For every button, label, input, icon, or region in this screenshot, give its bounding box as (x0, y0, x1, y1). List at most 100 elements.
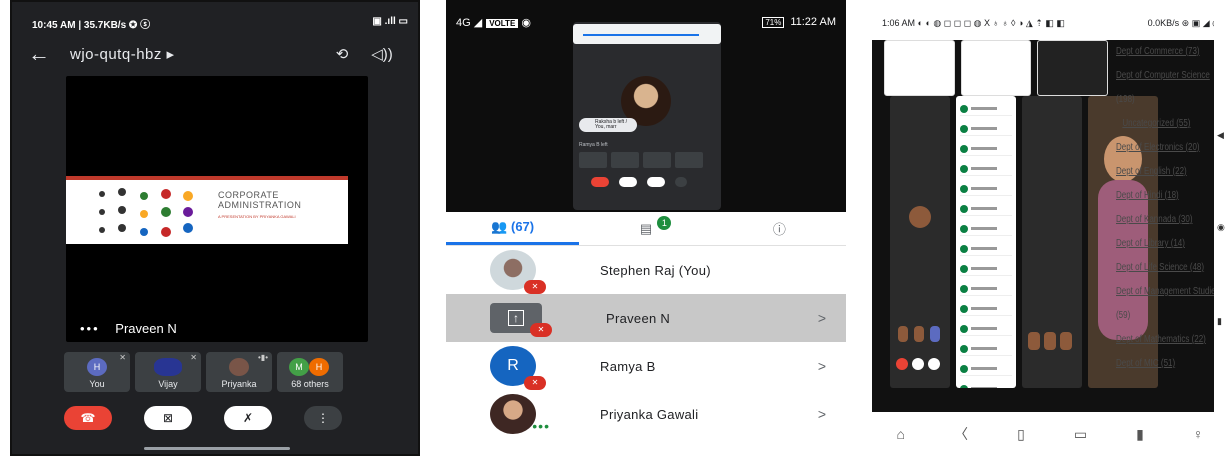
speaker-icon[interactable]: ◁)) (362, 45, 402, 63)
embedded-meet-screenshot (890, 96, 950, 388)
list-item (960, 362, 1012, 376)
tab-chat[interactable]: ▤ 1 (579, 212, 712, 245)
category-link[interactable]: Dept of Library (14) (1116, 232, 1196, 256)
screen-share-icon: ↑ (508, 310, 524, 326)
category-list: Dept of Commerce (73) Dept of Computer S… (1116, 40, 1220, 376)
home-indicator[interactable] (144, 447, 290, 450)
thumbnail[interactable] (960, 40, 1032, 96)
thumbnail[interactable] (884, 40, 955, 96)
category-link[interactable]: Dept of MIC (51) (1116, 352, 1196, 376)
avatar (960, 164, 968, 173)
mini-mic (647, 177, 665, 187)
list-item (960, 142, 1012, 156)
category-link[interactable]: Dept of English (22) (1116, 160, 1196, 184)
category-link[interactable]: Dept of Commerce (73) (1116, 40, 1200, 64)
switch-camera-icon[interactable]: ⟲ (322, 45, 362, 63)
more-dots-icon[interactable]: ••• (80, 321, 100, 336)
tab-people[interactable]: 👥 (67) (446, 212, 580, 245)
chevron-right-icon[interactable]: > (818, 310, 826, 326)
status-left: 4G ◢ VOLTE ◉ (456, 16, 531, 52)
radio-icon[interactable]: ◉ (1217, 222, 1225, 233)
name-line (971, 107, 997, 110)
category-count: (59) (1116, 310, 1131, 321)
name-line (971, 287, 997, 290)
list-item (960, 282, 1012, 296)
participant-tile-others[interactable]: M H 68 others (277, 352, 343, 392)
presentation-video: CORPORATE ADMINISTRATION A PRESENTATION … (66, 76, 368, 342)
name-line (971, 227, 997, 230)
category-link[interactable]: Uncategorized (55) (1116, 112, 1196, 136)
mini-tile (579, 152, 607, 168)
embedded-meet-screenshot (1022, 96, 1082, 388)
participant-tile-priyanka[interactable]: •▮• Priyanka (206, 352, 272, 392)
list-item (960, 202, 1012, 216)
participant-row[interactable]: ✕ Stephen Raj (You) (446, 246, 846, 294)
mic-off-button[interactable]: ✗ (224, 406, 272, 430)
category-link[interactable]: Dept of Electronics (20) (1116, 136, 1200, 160)
participant-tile-you[interactable]: ✕ H You (64, 352, 130, 392)
back-arrow-icon[interactable]: ← (28, 41, 70, 67)
presenter-name: Praveen N (115, 321, 177, 336)
chevron-right-icon[interactable]: > (818, 358, 826, 374)
battery-icon: 71% (762, 17, 785, 28)
volume-slider[interactable] (573, 24, 721, 44)
avatar (914, 326, 924, 342)
mini-tile (611, 152, 639, 168)
avatar-letter: R (507, 357, 519, 374)
avatar: H (309, 358, 329, 376)
participant-row[interactable]: ↑ ✕ Praveen N > (446, 294, 846, 342)
embedded-people-list (956, 96, 1016, 388)
mini-tile (643, 152, 671, 168)
participant-name: Stephen Raj (You) (600, 262, 711, 278)
category-link[interactable]: Dept of Kannada (30) (1116, 208, 1196, 232)
avatar (154, 358, 182, 376)
scroll-indicator[interactable]: ▮ (1217, 316, 1222, 327)
mini-tile (675, 152, 703, 168)
category-link[interactable]: Dept of Hindi (18) (1116, 184, 1196, 208)
bookmark-icon[interactable]: ▮ (1136, 426, 1144, 443)
book-icon[interactable]: ▯ (1017, 426, 1025, 443)
name-line (971, 247, 997, 250)
more-options-button[interactable]: ⋮ (304, 406, 342, 430)
end-call-button[interactable]: ☎ (64, 406, 112, 430)
category-link[interactable]: Dept of Mathematics (22) (1116, 328, 1206, 352)
participant-name: Praveen N (606, 310, 671, 326)
chat-badge: 1 (657, 216, 672, 230)
list-item (960, 302, 1012, 316)
category-link[interactable]: Dept of Computer Science (1116, 64, 1210, 88)
presentation-slide: CORPORATE ADMINISTRATION A PRESENTATION … (66, 176, 348, 244)
back-icon[interactable]: 〈 (954, 424, 968, 444)
participant-tile-vijay[interactable]: ✕ Vijay (135, 352, 201, 392)
category-link[interactable]: Dept of Life Science (48) (1116, 256, 1204, 280)
chevron-right-icon[interactable]: > (818, 406, 826, 422)
speaking-icon: ••• (532, 418, 550, 434)
home-icon[interactable]: ⌂ (897, 426, 905, 442)
camera-off-button[interactable]: ⊠ (144, 406, 192, 430)
thumbnail-strip (884, 40, 1109, 96)
thumbnail[interactable] (1037, 40, 1109, 96)
list-item (960, 102, 1012, 116)
tile-label: Vijay (158, 379, 178, 389)
category-link[interactable]: Dept of Management Studies (1116, 280, 1220, 304)
avatar (960, 364, 968, 373)
slide-dot-graphic (99, 188, 193, 237)
name-line (971, 267, 997, 270)
volte-badge: VOLTE (486, 19, 519, 28)
mic-off-icon: ✕ (190, 353, 197, 362)
meeting-code[interactable]: wjo-qutq-hbz ▸ (70, 45, 322, 63)
tabs-icon[interactable]: ▭ (1074, 426, 1087, 443)
participants-panel: 👥 (67) ▤ 1 ⓘ ✕ Stephen Raj (You) ↑ ✕ Pra… (446, 212, 846, 456)
avatar (960, 244, 968, 253)
tab-info[interactable]: ⓘ (713, 212, 846, 245)
profile-icon[interactable]: ♀ (1193, 426, 1204, 442)
list-item (960, 242, 1012, 256)
signal-icon: 4G ◢ (456, 17, 483, 29)
participant-row[interactable]: ••• Priyanka Gawali > (446, 390, 846, 438)
mini-end-call (896, 358, 908, 370)
avatar (960, 184, 968, 193)
tile-label: 68 others (291, 379, 329, 389)
mic-off-icon: ✕ (524, 376, 546, 390)
chevron-left-icon[interactable]: ◀ (1217, 130, 1224, 141)
participant-row[interactable]: R ✕ Ramya B > (446, 342, 846, 390)
status-bar: 10:45 AM | 35.7KB/s ✪ ⓢ ▣ .ıll ▭ (12, 2, 418, 32)
